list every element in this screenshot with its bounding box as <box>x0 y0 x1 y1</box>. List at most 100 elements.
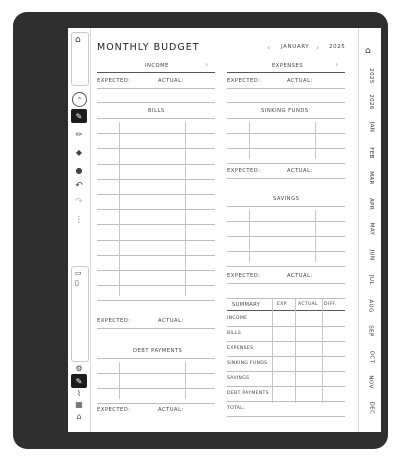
divider <box>227 178 345 179</box>
tab-jun[interactable]: JUN <box>363 245 379 265</box>
prev-month-icon[interactable]: ‹ <box>267 43 270 52</box>
grid-line <box>227 266 345 267</box>
summary-row-label: INCOME <box>227 316 248 321</box>
grid-column <box>315 122 316 159</box>
home-icon[interactable]: ⌂ <box>365 46 371 56</box>
tab-label: OCT <box>367 350 374 363</box>
tab-aug[interactable]: AUG <box>363 296 379 316</box>
budget-page: MONTHLY BUDGET ‹ JANUARY › 2025 INCOME ›… <box>95 28 357 432</box>
more-icon[interactable]: ⋮ <box>71 212 87 226</box>
tab-jan[interactable]: JAN <box>363 117 379 137</box>
page-icon[interactable]: ▯ <box>75 279 79 287</box>
summary-row-label: SINKING FUNDS <box>227 361 268 366</box>
summary-row-label: TOTAL: <box>227 406 245 411</box>
home-icon[interactable]: ⌂ <box>75 35 81 45</box>
eraser-icon[interactable]: ◆ <box>71 145 87 159</box>
tab-label: DEC <box>367 401 374 414</box>
divider <box>97 102 215 103</box>
collapse-icon[interactable]: ⌃ <box>72 92 87 107</box>
divider <box>97 328 215 329</box>
highlighter-icon[interactable]: ✏ <box>71 127 87 141</box>
tab-label: MAR <box>368 171 374 185</box>
grid-line <box>97 285 215 287</box>
screen: ⌂ ⌃ ✎ ✏ ◆ ● ↶ ↷ ⋮ ▭ ▯ ⚙ ✎ ⌇ ▦ ⌂ MONTHLY … <box>68 28 381 432</box>
summary-row-label: EXPENSES <box>227 346 254 351</box>
grid-line <box>227 118 345 119</box>
grid-line <box>227 341 345 342</box>
page-title: MONTHLY BUDGET <box>97 42 200 53</box>
tab-label: JUL <box>367 275 374 285</box>
tab-nov[interactable]: NOV <box>363 372 379 392</box>
tab-may[interactable]: MAY <box>363 219 379 239</box>
summary-col-diff: DIFF. <box>324 302 337 307</box>
grid-column <box>272 298 273 403</box>
tab-2026[interactable]: 2026 <box>363 92 379 112</box>
expenses-actual-label: ACTUAL: <box>287 78 313 84</box>
tab-label: APR <box>367 197 374 210</box>
expenses-chevron-icon[interactable]: › <box>335 60 338 69</box>
debt-payments-header: DEBT PAYMENTS <box>133 348 183 354</box>
income-expected-label: EXPECTED: <box>97 78 131 84</box>
grid-line <box>227 206 345 207</box>
grid-column <box>249 210 250 262</box>
settings-icon[interactable]: ⚙ <box>71 361 87 375</box>
tab-label: 2025 <box>367 68 374 84</box>
summary-title: SUMMARY <box>232 302 261 308</box>
tab-mar[interactable]: MAR <box>363 168 379 188</box>
next-month-icon[interactable]: › <box>316 43 319 52</box>
tab-label: MAY <box>367 222 374 236</box>
pen-icon[interactable]: ✎ <box>71 109 87 123</box>
left-toolbar: ⌂ ⌃ ✎ ✏ ◆ ● ↶ ↷ ⋮ ▭ ▯ ⚙ ✎ ⌇ ▦ ⌂ <box>68 28 91 432</box>
undo-icon[interactable]: ↶ <box>71 179 87 193</box>
tab-label: JUN <box>368 249 374 260</box>
sinking-actual-label: ACTUAL: <box>287 168 313 174</box>
income-header[interactable]: INCOME <box>145 63 169 69</box>
tag-icon[interactable]: ⌂ <box>71 409 87 423</box>
savings-actual-label: ACTUAL: <box>287 273 313 279</box>
grid-line <box>227 236 345 237</box>
grid-line <box>227 251 345 252</box>
grid-line <box>97 300 215 302</box>
tab-feb[interactable]: FEB <box>363 143 379 163</box>
grid-line <box>227 371 345 372</box>
summary-col-exp: EXP. <box>277 302 288 307</box>
grid-line <box>227 310 345 311</box>
month-tabs: ⌂ 2025 2026 JAN FEB MAR APR MAY JUN JUL AUG SEP OCT… <box>358 28 382 432</box>
bills-expected-label: EXPECTED: <box>97 318 131 324</box>
grid-column <box>315 210 316 262</box>
grid-line <box>227 356 345 357</box>
grid-line <box>227 221 345 222</box>
grid-column <box>249 122 250 159</box>
redo-icon[interactable]: ↷ <box>71 195 87 209</box>
debt-expected-label: EXPECTED: <box>97 407 131 413</box>
grid-line <box>227 416 345 417</box>
grid-line <box>97 148 215 150</box>
divider <box>227 88 345 89</box>
grid-line <box>227 163 345 164</box>
notebook-icon[interactable]: ▭ <box>75 269 82 277</box>
tab-apr[interactable]: APR <box>363 194 379 214</box>
tab-sep[interactable]: SEP <box>363 321 379 341</box>
sinking-expected-label: EXPECTED: <box>227 168 261 174</box>
lasso-icon[interactable]: ● <box>71 163 87 177</box>
grid-column <box>185 362 186 399</box>
summary-row-label: BILLS <box>227 331 242 336</box>
grid-column <box>119 362 120 399</box>
grid-line <box>227 326 345 327</box>
grid-line <box>227 148 345 149</box>
grid-line <box>97 373 215 374</box>
sinking-funds-header: SINKING FUNDS <box>261 108 309 114</box>
tab-2025[interactable]: 2025 <box>363 66 379 86</box>
grid-column <box>185 122 186 297</box>
tab-oct[interactable]: OCT <box>363 347 379 367</box>
grid-line <box>97 178 215 180</box>
tab-label: FEB <box>368 146 374 159</box>
month-label: JANUARY <box>281 44 310 50</box>
savings-expected-label: EXPECTED: <box>227 273 261 279</box>
income-chevron-icon[interactable]: › <box>205 60 208 69</box>
expenses-expected-label: EXPECTED: <box>227 78 261 84</box>
grid-line <box>97 133 215 135</box>
tab-dec[interactable]: DEC <box>363 398 379 418</box>
expenses-header[interactable]: EXPENSES <box>272 63 303 69</box>
tab-jul[interactable]: JUL <box>363 270 379 290</box>
